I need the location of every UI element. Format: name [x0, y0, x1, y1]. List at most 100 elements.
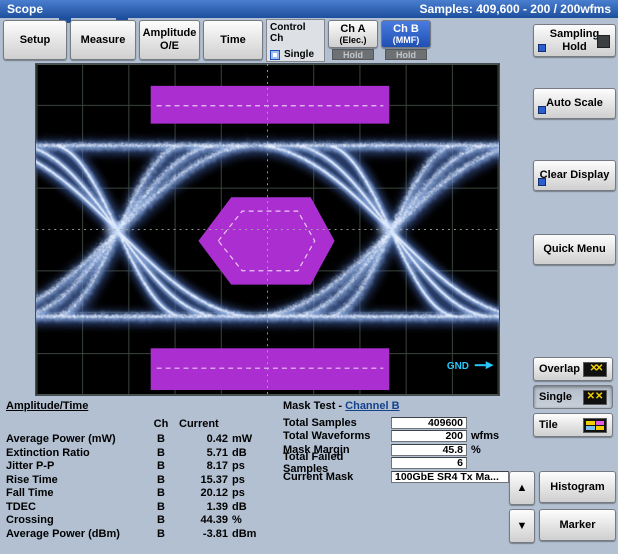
meas-name: Rise Time [6, 474, 152, 486]
ch-b-sublabel: (MMF) [393, 35, 420, 45]
meas-unit: ps [228, 487, 272, 499]
gnd-label: GND [447, 361, 469, 372]
meas-ch: B [152, 433, 170, 445]
clear-display-label: Clear Display [540, 169, 610, 182]
tile-icon [583, 418, 607, 433]
meas-ch: B [152, 487, 170, 499]
amplitude-oe-line2: O/E [160, 40, 179, 53]
mask-value-field: 200 [391, 430, 467, 442]
meas-name: Fall Time [6, 487, 152, 499]
ch-a-button[interactable]: Ch A (Elec.) [328, 20, 378, 48]
quick-menu-button[interactable]: Quick Menu [533, 234, 616, 265]
mask-row: Current Mask 100GbE SR4 Tx Ma... [283, 470, 515, 484]
single-view-button[interactable]: Single ✕✕ [533, 385, 613, 409]
meas-unit: dB [228, 447, 272, 459]
marker-button[interactable]: Marker [539, 509, 616, 541]
mask-value-field: 100GbE SR4 Tx Ma... [391, 471, 509, 483]
down-arrow-icon: ▼ [517, 520, 528, 533]
single-view-icon: ✕✕ [583, 390, 607, 405]
mask-regions [151, 86, 390, 390]
meas-unit: dB [228, 501, 272, 513]
overlap-icon: ✕✕ [583, 362, 607, 377]
mask-label: Current Mask [283, 471, 391, 483]
meas-name: Extinction Ratio [6, 447, 152, 459]
clear-display-button[interactable]: Clear Display [533, 160, 616, 191]
hold-state-box [597, 35, 610, 48]
meas-ch: B [152, 514, 170, 526]
sampling-hold-button[interactable]: Sampling Hold [533, 24, 616, 57]
up-arrow-icon: ▲ [517, 482, 528, 495]
channel-b-link[interactable]: Channel B [345, 400, 399, 412]
sampling-hold-line1: Sampling [550, 28, 600, 41]
tile-button[interactable]: Tile [533, 413, 613, 437]
mask-row: Total Waveforms 200 wfms [283, 430, 515, 444]
table-row: Crossing B 44.39 % [6, 514, 284, 528]
amplitude-oe-button[interactable]: Amplitude O/E [139, 20, 200, 60]
meas-name: Crossing [6, 514, 152, 526]
meas-value: 44.39 [170, 514, 228, 526]
meas-value: 8.17 [170, 460, 228, 472]
mask-test-title: Mask Test - Channel B [283, 400, 515, 412]
time-button[interactable]: Time [203, 20, 263, 60]
title-bar: Scope Samples: 409,600 - 200 / 200wfms [0, 0, 618, 18]
meas-name: Jitter P-P [6, 460, 152, 472]
meas-ch: B [152, 528, 170, 540]
ch-b-button[interactable]: Ch B (MMF) [381, 20, 431, 48]
mask-value-field: 409600 [391, 417, 467, 429]
single-view-label: Single [539, 391, 572, 404]
mask-row: Total Samples 409600 [283, 416, 515, 430]
sampling-hold-line2: Hold [562, 41, 586, 54]
time-button-label: Time [220, 34, 245, 47]
single-checkbox-label: Single [284, 49, 314, 60]
meas-value: 5.71 [170, 447, 228, 459]
measure-button[interactable]: Measure [70, 20, 136, 60]
mask-unit: wfms [467, 430, 499, 442]
led-indicator [538, 178, 546, 186]
setup-button[interactable]: Setup [3, 20, 67, 60]
mask-test-title-prefix: Mask Test - [283, 400, 345, 412]
table-row: Extinction Ratio B 5.71 dB [6, 446, 284, 460]
measure-button-label: Measure [81, 34, 126, 47]
current-column-header: Current [170, 418, 272, 430]
ch-b-hold-label: Hold [396, 50, 416, 60]
meas-unit: dBm [228, 528, 272, 540]
meas-value: 20.12 [170, 487, 228, 499]
meas-name: Average Power (mW) [6, 433, 152, 445]
meas-value: 0.42 [170, 433, 228, 445]
auto-scale-label: Auto Scale [546, 97, 603, 110]
measurements-header: Ch Current [6, 417, 284, 431]
meas-unit: ps [228, 460, 272, 472]
mask-unit: % [467, 444, 481, 456]
histogram-button[interactable]: Histogram [539, 471, 616, 503]
control-ch-label: Control Ch [270, 22, 321, 44]
ch-a-hold-indicator[interactable]: Hold [332, 49, 374, 60]
ch-a-hold-label: Hold [343, 50, 363, 60]
meas-ch: B [152, 474, 170, 486]
meas-value: -3.81 [170, 528, 228, 540]
led-indicator [538, 106, 546, 114]
meas-value: 1.39 [170, 501, 228, 513]
setup-button-label: Setup [20, 34, 51, 47]
amplitude-time-title: Amplitude/Time [6, 400, 284, 412]
scroll-down-button[interactable]: ▼ [509, 509, 535, 543]
mask-test-panel: Mask Test - Channel B Total Samples 4096… [283, 400, 515, 484]
overlap-button[interactable]: Overlap ✕✕ [533, 357, 613, 381]
gnd-marker: GND [447, 361, 494, 372]
led-indicator [538, 44, 546, 52]
mask-label: Total Waveforms [283, 430, 391, 442]
mask-value-field: 45.8 [391, 444, 467, 456]
table-row: Average Power (mW) B 0.42 mW [6, 433, 284, 447]
mask-bottom [151, 348, 390, 390]
mask-value-field: 6 [391, 457, 467, 469]
meas-unit: ps [228, 474, 272, 486]
scope-app: Scope Samples: 409,600 - 200 / 200wfms S… [0, 0, 618, 554]
mask-row: Total Failed Samples 6 [283, 457, 515, 471]
single-checkbox[interactable] [270, 50, 280, 60]
mask-top [151, 86, 390, 124]
table-row: Rise Time B 15.37 ps [6, 473, 284, 487]
app-title: Scope [7, 2, 43, 16]
ch-b-hold-indicator[interactable]: Hold [385, 49, 427, 60]
meas-ch: B [152, 501, 170, 513]
table-row: TDEC B 1.39 dB [6, 500, 284, 514]
auto-scale-button[interactable]: Auto Scale [533, 88, 616, 119]
